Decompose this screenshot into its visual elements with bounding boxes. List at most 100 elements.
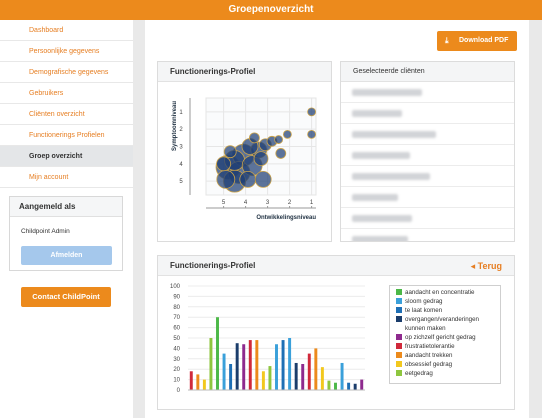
bar[interactable] <box>294 362 298 390</box>
sidebar-item-8[interactable]: Mijn account <box>0 167 133 188</box>
legend-swatch <box>396 316 402 322</box>
download-pdf-button[interactable]: ⤓ Download PDF <box>437 31 517 51</box>
legend-item[interactable]: op zichzelf gericht gedrag <box>396 333 500 342</box>
scatter-point[interactable] <box>274 135 283 144</box>
x-axis-label: Ontwikkelingsniveau <box>256 215 316 221</box>
redacted-client-name <box>352 194 398 201</box>
back-link-label: Terug <box>477 261 502 271</box>
bar[interactable] <box>334 382 337 390</box>
y-tick-label: 100 <box>170 284 181 290</box>
bar[interactable] <box>320 367 324 390</box>
scatter-point[interactable] <box>249 132 260 144</box>
bar[interactable] <box>314 348 318 390</box>
sidebar-item-4[interactable]: Gebruikers <box>0 83 133 104</box>
legend-swatch <box>396 352 402 358</box>
scatter-point[interactable] <box>254 171 272 188</box>
login-box: Aangemeld als Childpoint Admin Afmelden <box>9 196 123 271</box>
y-tick-label: 3 <box>179 145 183 151</box>
y-axis-label: Symptoomniveau <box>172 101 178 151</box>
logout-button[interactable]: Afmelden <box>21 246 112 265</box>
redacted-client-name <box>352 152 410 159</box>
bar[interactable] <box>222 353 226 390</box>
sidebar-item-2[interactable]: Persoonlijke gegevens <box>0 41 133 62</box>
bar[interactable] <box>255 340 259 390</box>
bar[interactable] <box>242 344 246 390</box>
y-tick-label: 30 <box>173 357 180 363</box>
y-tick-label: 5 <box>179 179 183 185</box>
client-row[interactable] <box>341 208 514 229</box>
sidebar-item-3[interactable]: Demografische gegevens <box>0 62 133 83</box>
legend-label: eetgedrag <box>405 370 433 377</box>
legend-swatch <box>396 334 402 340</box>
download-icon: ⤓ <box>445 36 449 45</box>
bar[interactable] <box>347 382 351 390</box>
logged-in-user: Childpoint Admin <box>21 228 70 235</box>
legend-item[interactable]: obsessief gedrag <box>396 360 500 369</box>
scatter-point[interactable] <box>275 148 287 159</box>
redacted-client-name <box>352 110 402 117</box>
redacted-client-name <box>352 236 408 241</box>
client-row[interactable] <box>341 124 514 145</box>
legend-item[interactable]: sloom gedrag <box>396 297 500 306</box>
legend-item[interactable]: eetgedrag <box>396 369 500 378</box>
y-tick-label: 70 <box>173 315 180 321</box>
bar[interactable] <box>360 379 364 390</box>
sidebar-item-1[interactable]: Dashboard <box>0 20 133 41</box>
client-row[interactable] <box>341 103 514 124</box>
legend-label: sloom gedrag <box>405 298 443 305</box>
bar-chart: 0 10 20 30 40 50 60 70 80 90 100 <box>170 284 365 394</box>
y-tick-label: 80 <box>173 305 180 311</box>
bar[interactable] <box>307 353 311 390</box>
bar[interactable] <box>196 374 200 390</box>
x-tick-label: 3 <box>266 200 270 206</box>
bar[interactable] <box>202 379 206 390</box>
bar[interactable] <box>301 364 305 390</box>
legend-item[interactable]: te laat komen <box>396 306 500 315</box>
legend-swatch <box>396 370 402 376</box>
bar[interactable] <box>216 317 219 390</box>
bar[interactable] <box>261 371 265 390</box>
scatter-point[interactable] <box>307 129 317 139</box>
client-row[interactable] <box>341 166 514 187</box>
scatter-point[interactable] <box>223 145 237 159</box>
scatter-point[interactable] <box>282 129 292 139</box>
client-row[interactable] <box>341 229 514 241</box>
scatter-point[interactable] <box>216 170 236 189</box>
bar[interactable] <box>353 383 357 390</box>
client-row[interactable] <box>341 82 514 103</box>
scatter-point[interactable] <box>216 156 231 172</box>
legend-item[interactable]: overgangen/veranderingen kunnen maken <box>396 315 500 333</box>
client-list <box>341 82 514 241</box>
bar[interactable] <box>189 371 193 390</box>
scatter-point[interactable] <box>239 171 257 188</box>
bar[interactable] <box>281 340 285 390</box>
y-tick-label: 4 <box>179 162 183 168</box>
contact-button[interactable]: Contact ChildPoint <box>21 287 111 307</box>
bar[interactable] <box>209 338 213 390</box>
bar[interactable] <box>327 380 331 390</box>
sidebar-item-5[interactable]: Cliënten overzicht <box>0 104 133 125</box>
bar[interactable] <box>340 362 344 390</box>
legend-label: aandacht trekken <box>405 352 453 359</box>
bar[interactable] <box>229 364 233 390</box>
bar[interactable] <box>288 338 292 390</box>
client-row[interactable] <box>341 145 514 166</box>
scatter-point[interactable] <box>307 107 317 117</box>
sidebar-item-7[interactable]: Groep overzicht <box>0 146 133 167</box>
bar[interactable] <box>275 344 278 390</box>
client-row[interactable] <box>341 187 514 208</box>
legend-item[interactable]: aandacht trekken <box>396 351 500 360</box>
bar[interactable] <box>268 366 272 390</box>
scatter-point[interactable] <box>253 151 269 167</box>
y-tick-label: 90 <box>173 294 180 300</box>
x-tick-label: 5 <box>222 200 226 206</box>
y-tick-label: 50 <box>173 336 180 342</box>
scatter-panel-title: Functionerings-Profiel <box>158 62 331 82</box>
legend-item[interactable]: frustratietolerantie <box>396 342 500 351</box>
sidebar-item-6[interactable]: Functionerings Profielen <box>0 125 133 146</box>
back-link[interactable]: ◂ Terug <box>471 256 502 276</box>
bar[interactable] <box>235 343 239 390</box>
bar[interactable] <box>248 340 252 390</box>
legend-item[interactable]: aandacht en concentratie <box>396 288 500 297</box>
legend-swatch <box>396 307 402 313</box>
